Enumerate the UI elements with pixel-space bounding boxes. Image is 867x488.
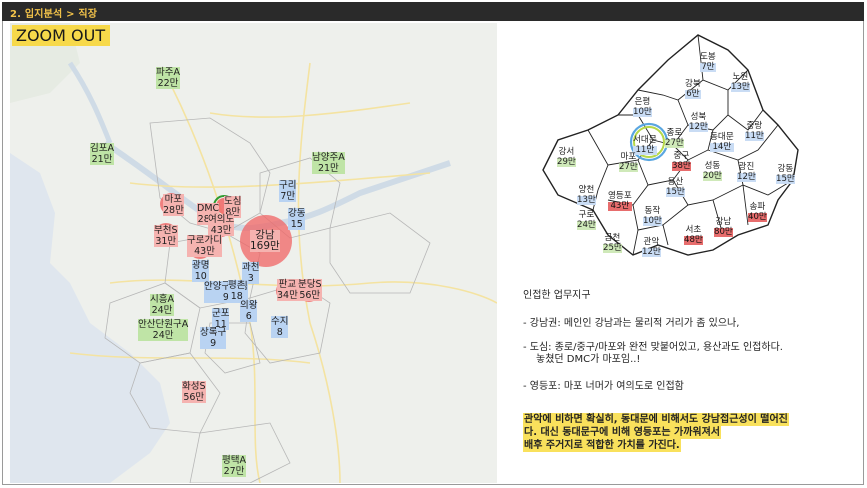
seoul-yeongdeungpo: 영등포 43만	[608, 191, 632, 211]
label-gimpo: 김포A 21만	[90, 143, 114, 165]
note-gangnam: - 강남권: 메인인 강남과는 물리적 거리가 좀 있으나,	[523, 318, 740, 329]
seoul-eunpyeong: 은평 10만	[633, 97, 652, 117]
label-gangnam: 강남 169만	[250, 229, 280, 252]
label-paju: 파주A 22만	[156, 67, 180, 89]
seoul-songpa: 송파 40만	[748, 202, 767, 222]
label-gwangmyeong: 광명 10	[192, 260, 210, 282]
notes-heading: 인접한 업무지구	[523, 290, 591, 301]
label-siheung: 시흥A 24만	[150, 294, 174, 316]
label-pyeongtaek: 평택A 27만	[222, 455, 246, 477]
label-sanbon: 상록구 9	[200, 327, 227, 349]
seoul-junggu: 중구 38만	[672, 151, 691, 171]
label-hwaseong: 화성S 56만	[182, 381, 206, 403]
seoul-yangcheon: 양천 13만	[577, 185, 596, 205]
label-yeouido: 여의도 43만	[208, 214, 235, 236]
seoul-seongbuk: 성북 12만	[689, 112, 708, 132]
seoul-gangnam: 강남 80만	[714, 217, 733, 237]
label-pyeongchon: 평촌 18	[228, 280, 246, 302]
seoul-dongdaemun: 동대문 14만	[710, 132, 734, 152]
seoul-nowon: 노원 13만	[731, 72, 750, 92]
conclusion-line1: 관악에 비하면 확실히, 동대문에 비해서도 강남접근성이 떨어진	[523, 413, 789, 426]
note-dosim-line2: 놓쳤던 DMC가 마포임..!	[536, 354, 641, 365]
metro-map	[10, 23, 497, 483]
label-guro: 구로가디 43만	[187, 235, 222, 257]
seoul-jungnang: 중랑 11만	[745, 121, 764, 141]
seoul-jongno: 종로 27만	[665, 128, 684, 148]
label-mapo: 마포 28만	[163, 194, 184, 216]
seoul-yongsan: 용산 15만	[666, 177, 685, 197]
label-pangyo: 판교 34만	[277, 279, 298, 301]
seoul-seocho: 서초 48만	[684, 225, 703, 245]
label-bundang: 분당S 56만	[298, 279, 322, 301]
note-yeongdeungpo: - 영등포: 마포 너머가 여의도로 인접함	[523, 381, 684, 392]
seoul-dongjak: 동작 10만	[643, 206, 662, 226]
seoul-gwangjin: 광진 12만	[737, 162, 756, 182]
conclusion-highlight: 관악에 비하면 확실히, 동대문에 비해서도 강남접근성이 떨어진 다. 대신 …	[523, 413, 789, 452]
seoul-seongdong: 성동 20만	[703, 161, 722, 181]
seoul-geumcheon: 금천 25만	[603, 233, 622, 253]
seoul-dobong: 도봉 7만	[700, 52, 716, 72]
header-title: 2. 입지분석 > 직장	[10, 9, 98, 20]
seoul-mapo: 마포 27만	[619, 152, 638, 172]
seoul-gangbuk: 강북 6만	[685, 79, 701, 99]
conclusion-line2: 다. 대신 동대문구에 비해 영등포는 가까워져서	[523, 426, 722, 439]
seoul-gangseo: 강서 29만	[557, 147, 576, 167]
zoom-out-label: ZOOM OUT	[12, 25, 111, 46]
header-bar: 2. 입지분석 > 직장	[2, 2, 864, 21]
label-uiwang: 의왕 6	[240, 300, 258, 322]
seoul-gwanak: 관악 12만	[642, 237, 661, 257]
label-gangdong: 강동 15	[288, 208, 306, 230]
label-namyangju: 남양주A 21만	[312, 152, 345, 174]
conclusion-line3: 배후 주거지로 적합한 가치를 가진다.	[523, 439, 681, 452]
label-guri: 구리 7만	[279, 180, 297, 202]
label-bucheon: 부천S 31만	[154, 225, 178, 247]
seoul-guro: 구로 24만	[577, 210, 596, 230]
label-ansan: 안산단원구A 24만	[138, 319, 189, 341]
seoul-gangdong-gu: 강동 15만	[776, 164, 795, 184]
label-suji: 수지 8	[271, 316, 289, 338]
